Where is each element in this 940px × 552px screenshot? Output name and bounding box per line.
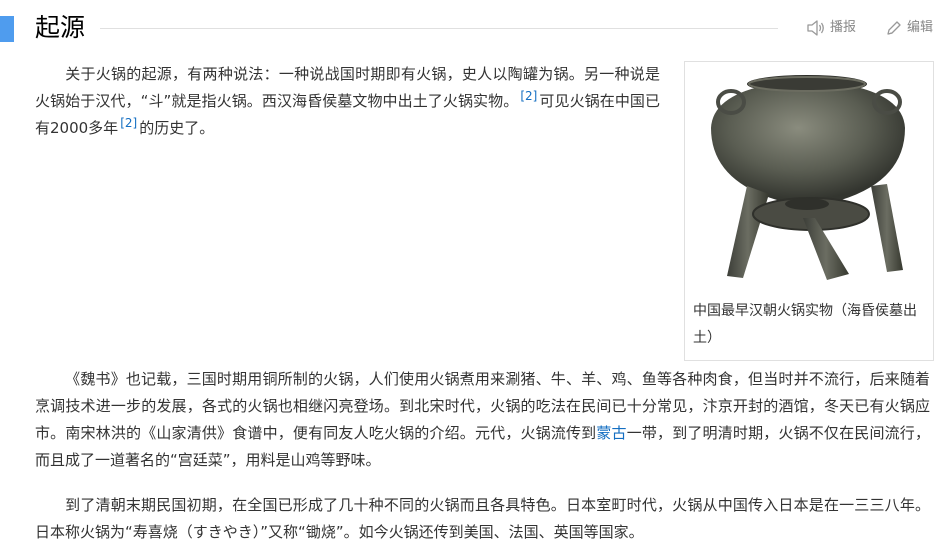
article-section: 起源 播报 编辑 关于火锅的起源，有两种说法：一种说战国时期即有火锅，史人以陶罐…: [0, 0, 940, 552]
section-title: 起源: [35, 13, 86, 42]
edit-label: 编辑: [907, 20, 934, 35]
figure-box: 中国最早汉朝火锅实物（海昏侯墓出土）: [684, 61, 934, 361]
paragraph3-text: 到了清朝末期民国初期，在全国已形成了几十种不同的火锅而且各具特色。日本室町时代，…: [35, 496, 930, 541]
play-label: 播报: [830, 20, 857, 35]
section-header: 起源 播报 编辑: [0, 10, 940, 46]
citation-link[interactable]: [2]: [520, 89, 537, 103]
citation-link[interactable]: [2]: [120, 116, 137, 130]
hotpot-image[interactable]: [691, 68, 927, 288]
header-divider: [100, 28, 778, 29]
mongolia-link[interactable]: 蒙古: [596, 424, 626, 442]
edit-button[interactable]: 编辑: [885, 18, 933, 38]
paragraph-spread: 到了清朝末期民国初期，在全国已形成了几十种不同的火锅而且各具特色。日本室町时代，…: [35, 492, 930, 546]
paragraph-history: 《魏书》也记载，三国时期用铜所制的火锅，人们使用火锅煮用来涮猪、牛、羊、鸡、鱼等…: [35, 366, 930, 474]
speaker-icon: [806, 19, 826, 37]
paragraph1-text-c: 的历史了。: [139, 119, 215, 137]
figure-caption: 中国最早汉朝火锅实物（海昏侯墓出土）: [693, 303, 917, 346]
paragraph-origin: 关于火锅的起源，有两种说法：一种说战国时期即有火锅，史人以陶罐为锅。另一种说是火…: [35, 61, 660, 142]
pencil-icon: [885, 19, 903, 37]
play-audio-button[interactable]: 播报: [806, 18, 856, 38]
section-accent-bar: [0, 16, 14, 42]
